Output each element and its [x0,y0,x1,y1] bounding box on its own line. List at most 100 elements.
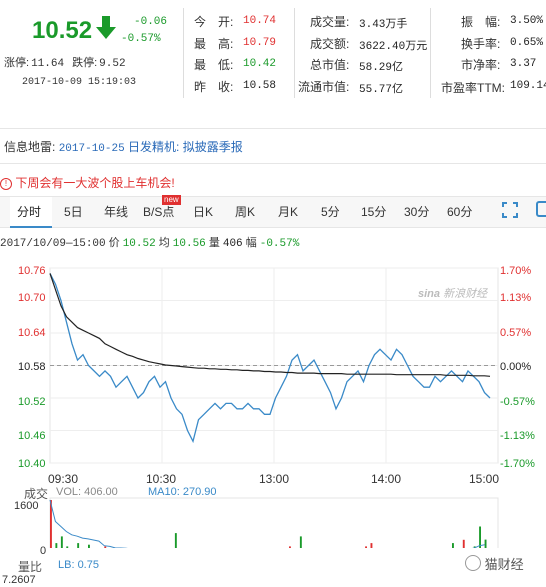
y-right-tick-4: -0.57% [500,396,535,408]
low-value: 10.42 [243,58,277,70]
news-label: 信息地雷: [4,140,56,154]
prev-close-value: 10.58 [243,80,277,92]
x-tick-1500: 15:00 [469,472,500,486]
promo-link[interactable]: ! 下周会有一大波个股上车机会! [0,174,175,191]
float-cap-value: 55.77亿 [359,84,404,96]
chart-avg-label: 均 [158,237,170,249]
intraday-chart[interactable] [0,258,546,548]
y-right-tick-1: 1.13% [500,292,532,304]
limit-down-label: 跌停: [72,57,98,69]
vol-indicator: VOL: 406.00 [56,486,118,498]
volume-bar [299,536,302,548]
y-left-tick-6: 10.40 [18,458,46,470]
open-value: 10.74 [243,15,277,27]
turnover-label: 换手率: [461,37,501,51]
y-right-tick-3: 0.00% [500,361,532,373]
float-cap-label: 流通市值: [298,80,350,94]
volume-bar [174,533,177,548]
limit-up-label: 涨停: [4,57,30,69]
chart-datetime: 2017/10/09—15:00 [0,238,106,250]
volume-bar [462,539,465,548]
x-tick-0930: 09:30 [48,472,79,486]
volume-bar [104,546,107,548]
wechat-logo: 猫财经 [462,553,527,574]
tab-30min[interactable]: 30分 [404,203,429,220]
fullscreen-icon[interactable] [502,202,518,223]
volume-bar [60,536,63,548]
tab-daily-k[interactable]: 日K [193,203,213,220]
chart-amp-label: 幅 [245,237,257,249]
chart-amp-value: -0.57% [259,238,300,250]
volume-bar [66,546,69,548]
promo-icon: ! [0,178,12,190]
y-left-tick-1: 10.70 [18,292,46,304]
y-left-tick-4: 10.52 [18,396,46,408]
tab-15min[interactable]: 15分 [361,203,386,220]
promo-text: 下周会有一大波个股上车机会! [15,176,175,190]
market-cap-label: 总市值: [310,58,350,72]
y-right-tick-5: -1.13% [500,430,535,442]
market-cap-value: 58.29亿 [359,62,404,74]
limit-down-value: 9.52 [99,58,126,70]
pb-value: 3.37 [510,58,537,70]
high-value: 10.79 [243,37,277,49]
tab-bs-points[interactable]: B/S点 [143,203,174,220]
tab-monthly-k[interactable]: 月K [278,203,298,220]
tab-fenshi[interactable]: 分时 [17,203,41,220]
volume-bar [452,543,454,548]
volume-bar [365,546,367,548]
ma10-indicator: MA10: 270.90 [148,486,217,498]
tab-5day[interactable]: 5日 [64,203,83,220]
turnover-value: 0.65% [510,37,544,49]
y-left-tick-3: 10.58 [18,361,46,373]
tab-year[interactable]: 年线 [104,203,128,220]
down-arrow-icon [96,16,116,45]
y-right-tick-0: 1.70% [500,265,532,277]
vol-ymin: 0 [40,545,47,557]
chart-info: 2017/10/09—15:00 价 10.52 均 10.56 量 406 幅 -0.… [0,234,299,250]
quote-datetime: 2017-10-09 15:19:03 [22,77,137,88]
news-date[interactable]: 2017-10-25 [59,143,125,155]
y-right-tick-6: -1.70% [500,458,535,470]
low-label: 最 低: [194,58,234,72]
news-link[interactable]: 日发精机: 拟披露季报 [128,140,243,154]
lb-indicator: LB: 0.75 [58,559,99,571]
open-label: 今 开: [194,15,234,29]
ratio-value: 7.2607 [2,574,36,586]
y-right-tick-2: 0.57% [500,327,532,339]
pb-label: 市净率: [461,58,501,72]
price-change: -0.06 [134,16,168,28]
vol-ma-line [49,499,485,548]
high-label: 最 高: [194,37,234,51]
sina-watermark: sina 新浪财经 [418,288,488,300]
tab-5min[interactable]: 5分 [321,203,340,220]
pe-label: 市盈率TTM: [441,81,505,95]
prev-close-label: 昨 收: [194,80,234,94]
x-tick-1400: 14:00 [371,472,402,486]
volume-bar [289,546,291,548]
y-left-tick-2: 10.64 [18,327,46,339]
volume-bar [370,543,373,548]
limit-up-value: 11.64 [31,58,65,70]
x-tick-1030: 10:30 [146,472,177,486]
volume-bar [479,526,481,548]
chart-price-label: 价 [108,237,120,249]
amplitude-label: 振 幅: [461,15,501,29]
amount-value: 3622.40万元 [359,41,428,53]
volume-bar [88,544,90,548]
y-left-tick-0: 10.76 [18,265,46,277]
tab-60min[interactable]: 60分 [447,203,472,220]
volume-bar [484,539,487,548]
vol-ymax: 1600 [14,500,39,512]
volume-bar [55,543,58,548]
pe-value: 109.14 [510,80,546,92]
volume-label: 成交量: [310,15,350,29]
current-price: 10.52 [32,17,93,44]
chart-price-value: 10.52 [122,238,156,250]
tab-weekly-k[interactable]: 周K [235,203,255,220]
settings-icon[interactable] [536,200,546,225]
new-badge: new [162,195,181,205]
volume-panel-frame [49,497,499,548]
y-left-tick-5: 10.46 [18,430,46,442]
news-row[interactable]: 信息地雷: 2017-10-25 日发精机: 拟披露季报 [4,138,243,155]
